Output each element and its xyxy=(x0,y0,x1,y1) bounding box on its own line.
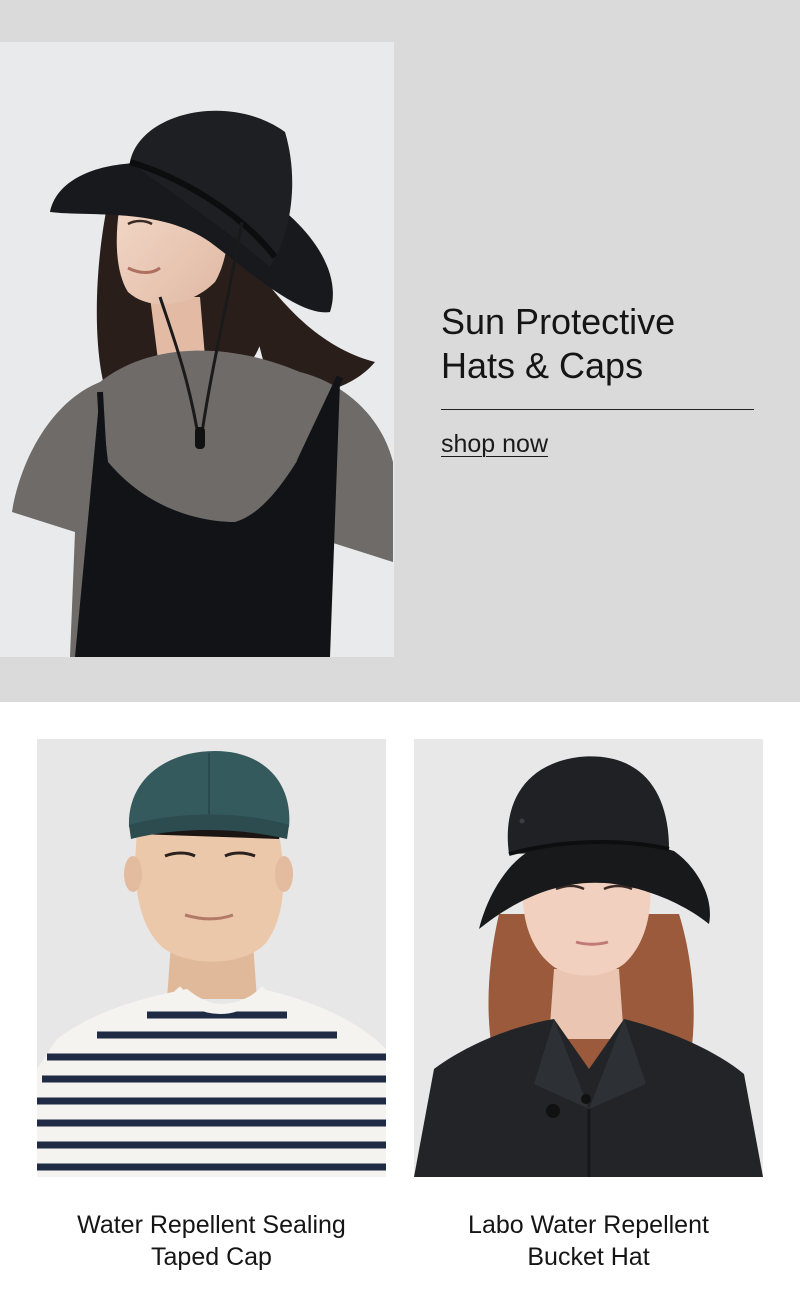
product-card-labo-bucket-hat[interactable]: Labo Water Repellent Bucket Hat xyxy=(414,739,763,1273)
product-photo-bucket-hat[interactable] xyxy=(414,739,763,1177)
hero-copy: Sun Protective Hats & Caps shop now xyxy=(441,300,754,459)
product-card-sealing-taped-cap[interactable]: Water Repellent Sealing Taped Cap xyxy=(37,739,386,1273)
shop-now-link[interactable]: shop now xyxy=(441,430,548,459)
hero-illustration xyxy=(0,42,394,657)
bucket-hat-illustration xyxy=(414,739,763,1177)
product-name-labo-bucket-hat[interactable]: Labo Water Repellent Bucket Hat xyxy=(414,1209,763,1273)
product-photo-taped-cap[interactable] xyxy=(37,739,386,1177)
hero-model-photo[interactable] xyxy=(0,42,394,657)
hero-banner: Sun Protective Hats & Caps shop now xyxy=(0,0,800,702)
hero-divider xyxy=(441,409,754,410)
product-name-sealing-taped-cap[interactable]: Water Repellent Sealing Taped Cap xyxy=(37,1209,386,1273)
hero-title: Sun Protective Hats & Caps xyxy=(441,301,676,386)
taped-cap-illustration xyxy=(37,739,386,1177)
